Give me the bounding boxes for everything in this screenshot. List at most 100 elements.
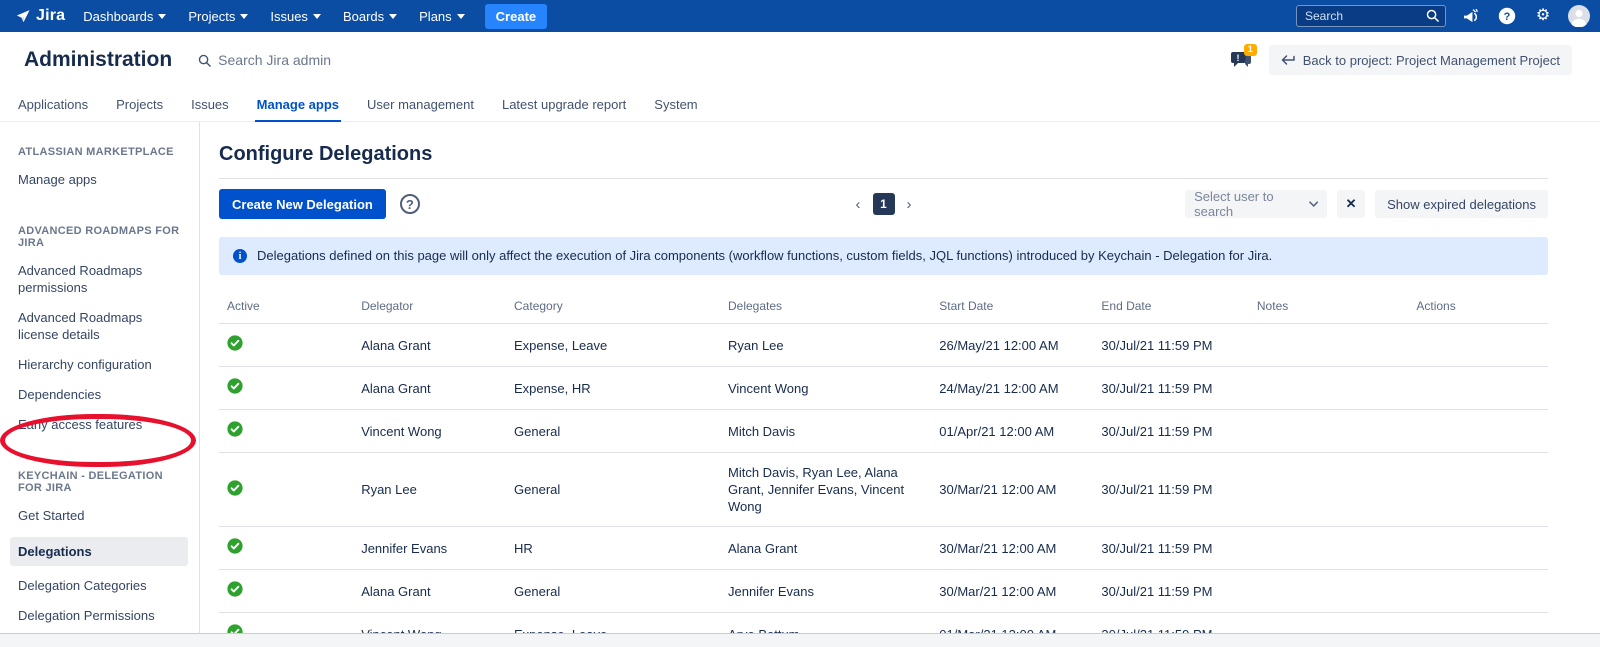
- cell-active: [219, 324, 361, 367]
- feedback-icon[interactable]: ! 1: [1229, 48, 1255, 72]
- sidebar-item-delegations[interactable]: Delegations: [10, 537, 188, 566]
- clear-user-filter-button[interactable]: ✕: [1337, 190, 1365, 218]
- navbar-search-input[interactable]: [1296, 5, 1446, 27]
- table-row: Vincent WongGeneralMitch Davis01/Apr/21 …: [219, 410, 1548, 453]
- svg-text:!: !: [1236, 53, 1239, 63]
- nav-projects-label: Projects: [188, 9, 235, 24]
- sidebar: ATLASSIAN MARKETPLACE Manage apps ADVANC…: [0, 122, 200, 633]
- delegations-table-body: Alana GrantExpense, LeaveRyan Lee26/May/…: [219, 324, 1548, 634]
- sidebar-item-roadmaps-license[interactable]: Advanced Roadmaps license details: [18, 309, 178, 343]
- navbar-search: [1296, 5, 1446, 27]
- table-header-row: Active Delegator Category Delegates Star…: [219, 289, 1548, 324]
- tab-applications[interactable]: Applications: [16, 94, 90, 120]
- sidebar-item-delegation-categories[interactable]: Delegation Categories: [18, 577, 178, 594]
- cell-actions: [1416, 527, 1548, 570]
- cell-active: [219, 367, 361, 410]
- nav-plans-label: Plans: [419, 9, 452, 24]
- section-title: Configure Delegations: [219, 143, 1548, 179]
- notification-badge: 1: [1244, 44, 1257, 56]
- table-row: Jennifer EvansHRAlana Grant30/Mar/21 12:…: [219, 527, 1548, 570]
- tab-issues[interactable]: Issues: [189, 94, 231, 120]
- nav-projects[interactable]: Projects: [188, 9, 248, 24]
- jira-logo-icon: [14, 8, 31, 25]
- active-check-icon: [227, 538, 243, 554]
- cell-delegates: Mitch Davis: [728, 410, 939, 453]
- sidebar-item-roadmaps-permissions[interactable]: Advanced Roadmaps permissions: [18, 262, 178, 296]
- cell-start: 30/Mar/21 12:00 AM: [939, 570, 1101, 613]
- navbar-menu: Dashboards Projects Issues Boards Plans: [83, 9, 464, 24]
- admin-tabbar: Applications Projects Issues Manage apps…: [0, 88, 1600, 122]
- cell-actions: [1416, 367, 1548, 410]
- nav-boards[interactable]: Boards: [343, 9, 397, 24]
- cell-actions: [1416, 410, 1548, 453]
- sidebar-item-early-access-features[interactable]: Early access features: [18, 416, 178, 433]
- cell-notes: [1257, 410, 1416, 453]
- help-question-icon[interactable]: ?: [400, 194, 420, 214]
- nav-plans[interactable]: Plans: [419, 9, 465, 24]
- cell-actions: [1416, 570, 1548, 613]
- cell-delegator: Alana Grant: [361, 324, 514, 367]
- create-button[interactable]: Create: [485, 4, 547, 29]
- cell-notes: [1257, 367, 1416, 410]
- nav-issues[interactable]: Issues: [270, 9, 321, 24]
- cell-delegator: Alana Grant: [361, 570, 514, 613]
- show-expired-delegations-button[interactable]: Show expired delegations: [1375, 190, 1548, 218]
- tab-user-management[interactable]: User management: [365, 94, 476, 120]
- admin-search-input[interactable]: [218, 52, 438, 68]
- active-check-icon: [227, 421, 243, 437]
- cell-delegates: Arve Bettum: [728, 613, 939, 634]
- cell-active: [219, 613, 361, 634]
- user-search-select[interactable]: Select user to search: [1185, 190, 1327, 218]
- tab-latest-upgrade-report[interactable]: Latest upgrade report: [500, 94, 628, 120]
- tab-projects[interactable]: Projects: [114, 94, 165, 120]
- cell-active: [219, 527, 361, 570]
- sidebar-item-dependencies[interactable]: Dependencies: [18, 386, 178, 403]
- cell-delegates: Jennifer Evans: [728, 570, 939, 613]
- sidebar-item-get-started[interactable]: Get Started: [18, 507, 178, 524]
- gear-icon[interactable]: ⚙: [1532, 5, 1554, 27]
- admin-search: [198, 52, 438, 68]
- cell-delegates: Mitch Davis, Ryan Lee, Alana Grant, Jenn…: [728, 453, 939, 527]
- sidebar-item-hierarchy-configuration[interactable]: Hierarchy configuration: [18, 356, 178, 373]
- cell-category: HR: [514, 527, 728, 570]
- sidebar-item-manage-apps[interactable]: Manage apps: [18, 171, 178, 188]
- cell-start: 01/Mar/21 12:00 AM: [939, 613, 1101, 634]
- top-navbar: Jira Dashboards Projects Issues Boards P…: [0, 0, 1600, 32]
- cell-end: 30/Jul/21 11:59 PM: [1101, 527, 1256, 570]
- column-header-start-date: Start Date: [939, 289, 1101, 324]
- nav-issues-label: Issues: [270, 9, 308, 24]
- sidebar-item-delegation-permissions[interactable]: Delegation Permissions: [18, 607, 178, 624]
- tab-system[interactable]: System: [652, 94, 699, 120]
- cell-category: General: [514, 570, 728, 613]
- help-icon[interactable]: ?: [1496, 5, 1518, 27]
- active-check-icon: [227, 581, 243, 597]
- table-row: Alana GrantExpense, HRVincent Wong24/May…: [219, 367, 1548, 410]
- admin-header-right: ! 1 Back to project: Project Management …: [1229, 45, 1572, 75]
- cell-delegator: Ryan Lee: [361, 453, 514, 527]
- tab-manage-apps[interactable]: Manage apps: [255, 94, 341, 122]
- pagination-page-1[interactable]: 1: [873, 193, 895, 215]
- column-header-delegator: Delegator: [361, 289, 514, 324]
- sidebar-section-keychain: KEYCHAIN - DELEGATION FOR JIRA: [18, 470, 189, 494]
- active-check-icon: [227, 378, 243, 394]
- cell-end: 30/Jul/21 11:59 PM: [1101, 324, 1256, 367]
- cell-category: General: [514, 453, 728, 527]
- avatar[interactable]: [1568, 5, 1590, 27]
- admin-header: Administration ! 1 Back to project: Proj…: [0, 32, 1600, 88]
- cell-end: 30/Jul/21 11:59 PM: [1101, 367, 1256, 410]
- navbar-right: ? ⚙: [1296, 5, 1590, 27]
- pagination-prev[interactable]: ‹: [854, 196, 863, 213]
- jira-logo[interactable]: Jira: [14, 7, 65, 25]
- cell-start: 30/Mar/21 12:00 AM: [939, 453, 1101, 527]
- column-header-delegates: Delegates: [728, 289, 939, 324]
- cell-delegates: Ryan Lee: [728, 324, 939, 367]
- cell-end: 30/Jul/21 11:59 PM: [1101, 410, 1256, 453]
- create-new-delegation-button[interactable]: Create New Delegation: [219, 189, 386, 219]
- cell-end: 30/Jul/21 11:59 PM: [1101, 613, 1256, 634]
- announcements-icon[interactable]: [1460, 5, 1482, 27]
- cell-start: 24/May/21 12:00 AM: [939, 367, 1101, 410]
- back-to-project-button[interactable]: Back to project: Project Management Proj…: [1269, 45, 1572, 75]
- nav-dashboards[interactable]: Dashboards: [83, 9, 166, 24]
- nav-dashboards-label: Dashboards: [83, 9, 153, 24]
- pagination-next[interactable]: ›: [905, 196, 914, 213]
